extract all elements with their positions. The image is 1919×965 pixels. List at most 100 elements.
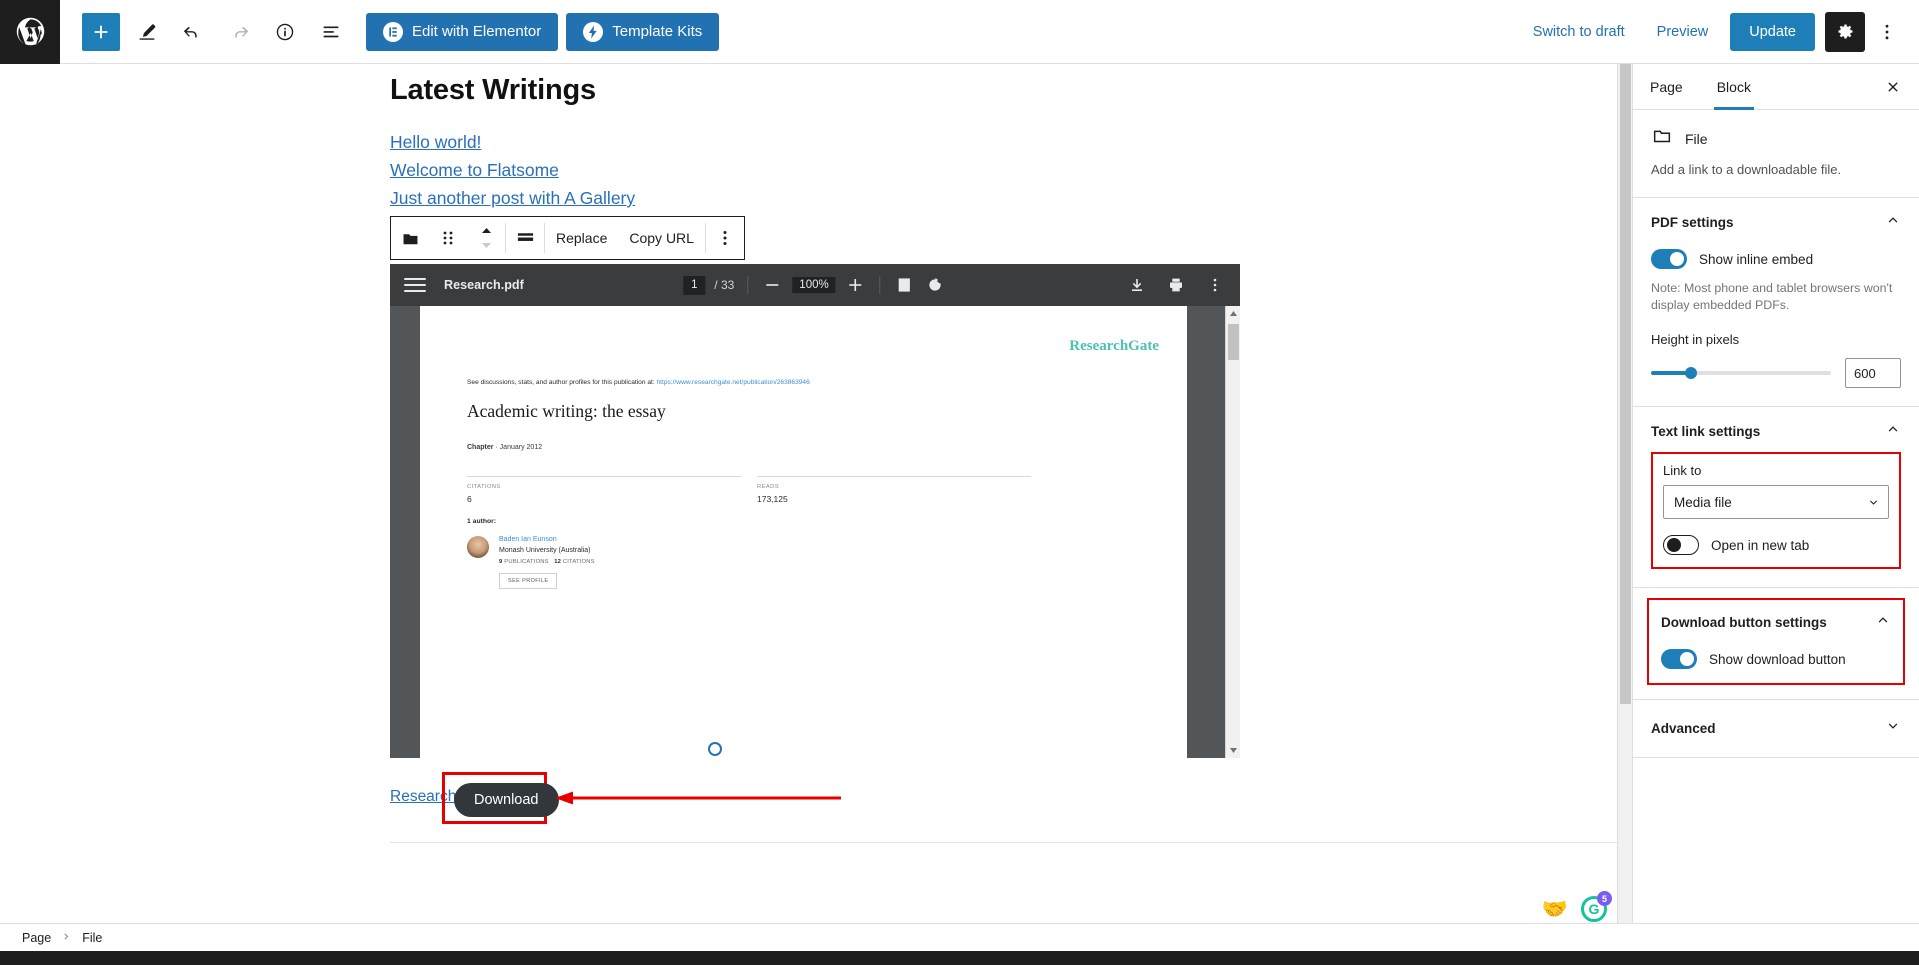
reads-stat: READS 173,125 [757, 476, 1031, 504]
breadcrumb: Page File [0, 923, 1919, 951]
scroll-down-arrow-icon[interactable] [1226, 743, 1241, 758]
move-block-up-down-icon[interactable] [467, 217, 505, 259]
block-toolbar-actions-group: Replace Copy URL [545, 217, 705, 259]
height-in-pixels-label: Height in pixels [1651, 332, 1740, 347]
list-item[interactable]: Hello world! [390, 129, 1250, 156]
panel-pdf-settings-header[interactable]: PDF settings [1651, 212, 1901, 233]
list-item[interactable]: Welcome to Flatsome [390, 157, 1250, 184]
author-name[interactable]: Baden Ian Eunson [499, 536, 595, 543]
tab-block[interactable]: Block [1700, 64, 1768, 110]
panel-download-button-settings: Download button settings Show download b… [1633, 588, 1919, 700]
breadcrumb-item-file[interactable]: File [82, 931, 102, 945]
pdf-fit-page-icon[interactable] [894, 274, 916, 296]
add-block-button[interactable] [82, 12, 120, 51]
editor-canvas: Latest Writings Hello world! Welcome to … [0, 64, 1632, 944]
pdf-zoom-in-icon[interactable] [845, 274, 867, 296]
pdf-more-options-icon[interactable] [1204, 274, 1226, 296]
canvas-vertical-scrollbar[interactable] [1617, 64, 1632, 944]
top-bar-right-actions: Switch to draft Preview Update [1517, 11, 1919, 52]
author-citations-label: CITATIONS [562, 559, 595, 565]
publication-url-link[interactable]: https://www.researchgate.net/publication… [657, 379, 810, 386]
panel-advanced-header[interactable]: Advanced [1651, 718, 1901, 739]
pdf-document-page: ResearchGate See discussions, stats, and… [420, 306, 1187, 758]
chapter-label: Chapter [467, 444, 494, 451]
show-download-button-toggle[interactable] [1661, 649, 1697, 669]
scrollbar-thumb[interactable] [1620, 64, 1631, 704]
pdf-print-icon[interactable] [1165, 274, 1187, 296]
file-block-type-icon[interactable] [391, 217, 429, 259]
wordpress-logo-icon[interactable] [0, 0, 60, 64]
reads-value: 173,125 [757, 494, 788, 504]
scrollbar-thumb[interactable] [1228, 324, 1239, 360]
pdf-zoom-out-icon[interactable] [761, 274, 783, 296]
pdf-download-icon[interactable] [1126, 274, 1148, 296]
author-details: Baden Ian Eunson Monash University (Aust… [499, 536, 595, 589]
tab-page[interactable]: Page [1633, 64, 1700, 110]
chapter-date: · January 2012 [495, 444, 543, 451]
panel-download-button-settings-header[interactable]: Download button settings [1661, 612, 1891, 633]
switch-to-draft-button[interactable]: Switch to draft [1517, 13, 1641, 51]
page-title: Latest Writings [390, 74, 596, 106]
drag-handle-icon[interactable] [429, 217, 467, 259]
bottom-strip [0, 951, 1919, 965]
height-control-row [1651, 358, 1901, 388]
author-citations-count: 12 [554, 559, 562, 565]
list-view-button[interactable] [312, 13, 350, 51]
publication-url-line: See discussions, stats, and author profi… [467, 379, 810, 386]
scroll-up-arrow-icon[interactable] [1226, 306, 1241, 321]
open-in-new-tab-toggle[interactable] [1663, 535, 1699, 555]
citations-label: CITATIONS [467, 484, 501, 490]
open-in-new-tab-row: Open in new tab [1663, 535, 1889, 555]
pdf-page-total: / 33 [714, 278, 735, 292]
chevron-right-icon [61, 929, 72, 947]
show-inline-embed-row: Show inline embed [1651, 249, 1901, 269]
see-profile-button[interactable]: SEE PROFILE [499, 573, 558, 589]
replace-button[interactable]: Replace [545, 217, 618, 259]
details-info-button[interactable] [266, 13, 304, 51]
chevron-up-icon [1885, 421, 1901, 442]
link-to-label: Link to [1663, 463, 1702, 478]
panel-text-link-settings-header[interactable]: Text link settings [1651, 421, 1901, 442]
pdf-embed-viewer: Research.pdf / 33 100% [390, 264, 1240, 758]
citations-value: 6 [467, 494, 472, 504]
file-block-footer: Research Download [390, 742, 1240, 824]
edit-pencil-button[interactable] [128, 13, 166, 51]
elementor-icon [383, 21, 403, 42]
download-button-settings-highlight-annotation: Download button settings Show download b… [1647, 598, 1905, 685]
panel-advanced: Advanced [1633, 700, 1919, 758]
height-number-input[interactable] [1845, 358, 1901, 388]
pdf-sidebar-toggle-icon[interactable] [404, 278, 426, 292]
pdf-rotate-icon[interactable] [925, 274, 947, 296]
show-inline-embed-toggle[interactable] [1651, 249, 1687, 269]
pdf-page-area: ResearchGate See discussions, stats, and… [390, 306, 1240, 758]
top-bar-left-tools: Edit with Elementor Template Kits [60, 12, 720, 51]
align-button[interactable] [506, 217, 544, 259]
download-button[interactable]: Download [454, 783, 559, 817]
undo-button[interactable] [174, 13, 212, 51]
preview-button[interactable]: Preview [1641, 13, 1725, 51]
breadcrumb-item-page[interactable]: Page [22, 931, 51, 945]
template-kits-button[interactable]: Template Kits [566, 12, 720, 51]
divider [757, 476, 1031, 477]
show-download-button-label: Show download button [1709, 651, 1846, 667]
height-slider[interactable] [1651, 367, 1831, 379]
pdf-page-input[interactable] [683, 275, 706, 295]
update-button[interactable]: Update [1730, 12, 1815, 51]
pdf-embed-note: Note: Most phone and tablet browsers won… [1651, 281, 1893, 312]
redo-button[interactable] [220, 13, 258, 51]
settings-gear-icon[interactable] [1825, 11, 1865, 52]
list-item[interactable]: Just another post with A Gallery [390, 185, 1250, 212]
pdf-zoom-level[interactable]: 100% [792, 277, 836, 293]
grammarly-icon[interactable]: G 5 [1581, 891, 1612, 922]
block-more-options-icon[interactable] [706, 217, 744, 259]
close-icon[interactable] [1877, 71, 1909, 103]
handshake-icon[interactable]: 🤝 [1542, 899, 1568, 920]
more-options-icon[interactable] [1869, 12, 1905, 52]
authors-count-label: 1 author: [467, 518, 497, 525]
author-organization: Monash University (Australia) [499, 547, 591, 554]
copy-url-button[interactable]: Copy URL [618, 217, 705, 259]
edit-with-elementor-button[interactable]: Edit with Elementor [366, 12, 559, 51]
link-to-select[interactable]: Media file [1663, 485, 1889, 519]
panel-title: PDF settings [1651, 215, 1734, 230]
pdf-vertical-scrollbar[interactable] [1225, 306, 1240, 758]
